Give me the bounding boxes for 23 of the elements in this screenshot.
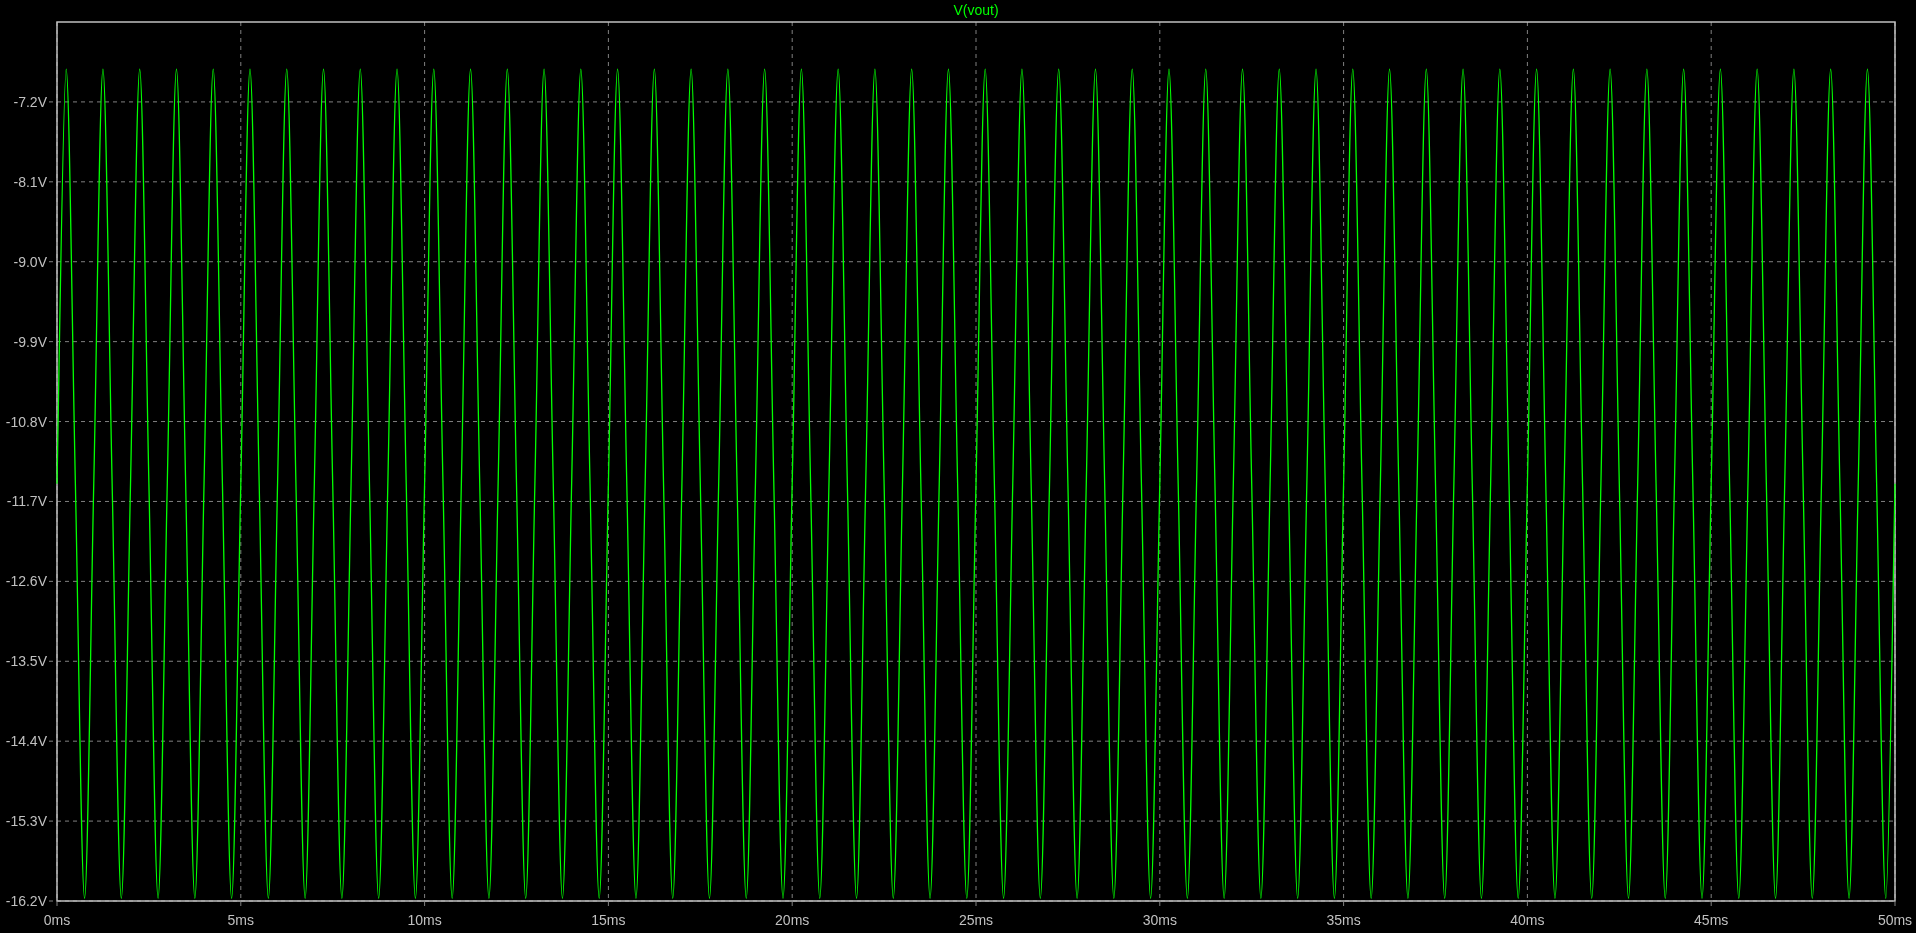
x-tick-label: 30ms bbox=[1142, 912, 1177, 928]
y-tick-label: -14.4V bbox=[5, 733, 47, 750]
x-tick-label: 50ms bbox=[1877, 912, 1913, 928]
y-tick-label: -11.7V bbox=[6, 493, 47, 510]
x-tick-label: 25ms bbox=[958, 912, 994, 928]
x-tick-label: 0ms bbox=[43, 912, 71, 928]
x-tick-label: 20ms bbox=[775, 912, 810, 928]
x-tick-label: 40ms bbox=[1510, 912, 1545, 928]
y-tick-label: -12.6V bbox=[5, 573, 47, 590]
y-tick-label: -7.2V bbox=[13, 93, 47, 110]
y-tick-label: -13.5V bbox=[5, 653, 47, 670]
x-tick-label: 5ms bbox=[227, 912, 255, 928]
y-tick-label: -8.1V bbox=[13, 173, 47, 190]
x-tick-label: 10ms bbox=[407, 912, 442, 928]
x-tick-label: 15ms bbox=[591, 912, 626, 928]
y-tick-label: -10.8V bbox=[5, 413, 47, 430]
x-tick-label: 45ms bbox=[1694, 912, 1729, 928]
y-tick-label: -15.3V bbox=[5, 813, 47, 830]
chart-title: V(vout) bbox=[953, 2, 999, 18]
y-tick-label: -16.2V bbox=[5, 893, 47, 909]
x-tick-label: 35ms bbox=[1326, 912, 1361, 928]
y-tick-label: -9.9V bbox=[13, 333, 47, 350]
y-tick-label: -9.0V bbox=[13, 253, 47, 270]
